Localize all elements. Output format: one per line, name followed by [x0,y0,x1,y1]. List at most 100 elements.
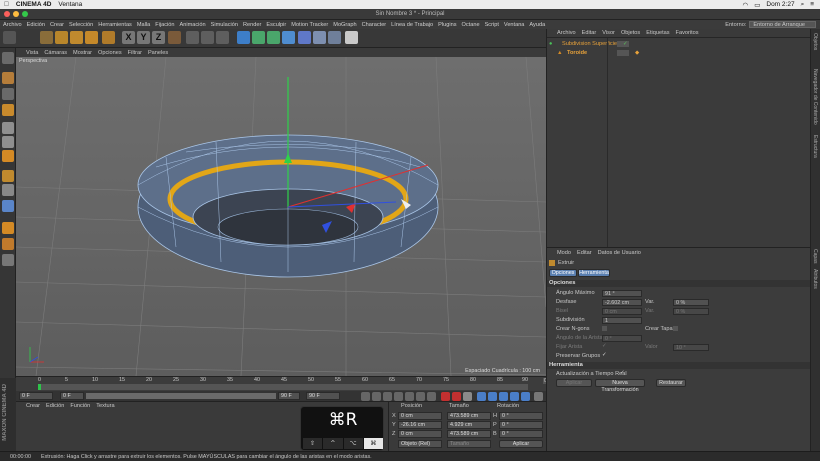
quantize-icon[interactable] [2,222,14,234]
texture-mode-icon[interactable] [2,88,14,100]
position-y-field[interactable]: -26.16 cm [398,421,442,429]
previous-frame-icon[interactable] [383,392,392,401]
model-mode-icon[interactable] [2,72,14,84]
nurbs-icon[interactable] [267,31,280,44]
angle-max-field[interactable]: 91 ° [602,290,642,297]
parameter-key-icon[interactable] [510,392,519,401]
menu-ventana[interactable]: Ventana [504,22,525,28]
menu-script[interactable]: Script [485,22,499,28]
menu-seleccion[interactable]: Selección [69,22,93,28]
edge-limit-checkbox[interactable]: ✓ [602,343,607,349]
search-icon[interactable]: ⌕ [801,1,805,9]
menu-ayuda[interactable]: Ayuda [529,22,545,28]
objects-menu-favoritos[interactable]: Favoritos [676,30,699,36]
object-name[interactable]: Toroide [567,49,587,57]
scale-tool-icon[interactable] [70,31,83,44]
object-row[interactable]: ▲ Toroide ◆ [547,49,811,57]
attr-menu-editar[interactable]: Editar [577,250,592,256]
axis-mode-icon[interactable] [2,170,14,182]
rotation-b-field[interactable]: 0 ° [499,430,543,438]
light-icon[interactable] [345,31,358,44]
attr-menu-modo[interactable]: Modo [557,250,571,256]
go-to-end-icon[interactable] [427,392,436,401]
check-icon[interactable]: ✓ [623,40,628,48]
previous-key-icon[interactable] [372,392,381,401]
undo-icon[interactable] [3,31,16,44]
size-y-field[interactable]: 4.929 cm [447,421,491,429]
caps-checkbox[interactable] [673,326,678,331]
select-tool-icon[interactable] [40,31,53,44]
material-menu-crear[interactable]: Crear [26,403,40,409]
objects-menu-objetos[interactable]: Objetos [621,30,640,36]
menu-herramientas[interactable]: Herramientas [98,22,132,28]
timeline[interactable]: 0 5 10 15 20 25 30 35 40 45 50 55 60 65 … [16,376,559,391]
rotation-h-field[interactable]: 0 ° [499,412,543,420]
menu-character[interactable]: Character [362,22,387,28]
array-icon[interactable] [282,31,295,44]
render-settings-icon[interactable] [216,31,229,44]
offset-var-field[interactable]: 0 % [673,299,709,306]
bevel-field[interactable]: 0 cm [602,308,642,315]
objects-menu-editar[interactable]: Editar [582,30,597,36]
start-frame-field[interactable]: 0 F [19,392,53,400]
size-x-field[interactable]: 473.589 cm [447,412,491,420]
preview-range-slider[interactable] [86,393,276,399]
value-field[interactable]: 10 ° [673,344,709,351]
autokey-icon[interactable] [452,392,461,401]
floor-grid-icon[interactable] [2,254,14,266]
menu-mograph[interactable]: MoGraph [333,22,356,28]
viewport-menu-opciones[interactable]: Opciones [98,50,122,56]
menu-archivo[interactable]: Archivo [3,22,22,28]
viewport-menu-mostrar[interactable]: Mostrar [73,50,92,56]
rotation-p-field[interactable]: 0 ° [499,421,543,429]
side-tab-atributos[interactable]: Atributos [812,269,818,289]
side-tab-objetos[interactable]: Objetos [812,33,818,50]
cube-primitive-icon[interactable] [237,31,250,44]
position-z-field[interactable]: 0 cm [398,430,442,438]
battery-icon[interactable]: ▭ [754,1,760,9]
preview-start-field[interactable]: 0 F [60,392,84,400]
object-manager[interactable]: Archivo Editar Visor Objetos Etiquetas F… [546,29,811,247]
size-z-field[interactable]: 473.589 cm [447,430,491,438]
position-key-icon[interactable] [477,392,486,401]
end-frame-field[interactable]: 90 F [306,392,340,400]
floor-icon[interactable] [313,31,326,44]
menu-render[interactable]: Render [243,22,261,28]
coord-mode-dropdown[interactable]: Objeto (Rel) [398,440,442,448]
next-key-icon[interactable] [416,392,425,401]
camera-icon[interactable] [328,31,341,44]
viewport-scene[interactable] [16,57,546,376]
apply-button[interactable]: Aplicar [556,379,592,387]
object-name[interactable]: Subdivision Superficie [562,40,617,48]
reset-button[interactable]: Restaurar [656,379,686,387]
render-picture-viewer-icon[interactable] [201,31,214,44]
timeline-settings-icon[interactable] [534,392,543,401]
macos-clock[interactable]: Dom 2:27 [766,1,794,8]
viewport-menu-vista[interactable]: Vista [26,50,38,56]
3d-viewport[interactable]: Perspectiva Espaciado Cuadrícula : 100 c… [16,57,546,376]
preserve-groups-checkbox[interactable]: ✓ [602,352,607,358]
size-mode-dropdown[interactable]: Tamaño [447,440,491,448]
axis-y-button[interactable]: Y [137,31,150,44]
timeline-scrubber[interactable] [38,384,528,390]
material-menu-funcion[interactable]: Función [70,403,90,409]
snap-icon[interactable] [2,200,14,212]
next-frame-icon[interactable] [405,392,414,401]
material-menu-textura[interactable]: Textura [96,403,114,409]
coord-system-icon[interactable] [168,31,181,44]
material-menu-edicion[interactable]: Edición [46,403,64,409]
viewport-menu-paneles[interactable]: Paneles [148,50,168,56]
objects-menu-archivo[interactable]: Archivo [557,30,576,36]
rotation-key-icon[interactable] [499,392,508,401]
bevel-var-field[interactable]: 0 % [673,308,709,315]
tweak-mode-icon[interactable] [2,184,14,196]
menu-crear[interactable]: Crear [50,22,64,28]
new-transform-button[interactable]: Nueva Transformación [595,379,645,393]
recent-tool-icon[interactable] [102,31,115,44]
menu-fijacion[interactable]: Fijación [155,22,174,28]
menu-motion-tracker[interactable]: Motion Tracker [291,22,328,28]
viewport-menu-filtrar[interactable]: Filtrar [128,50,142,56]
attr-menu-datos[interactable]: Datos de Usuario [598,250,641,256]
tab-herramienta[interactable]: Herramienta [578,269,610,277]
edges-mode-icon[interactable] [2,136,14,148]
